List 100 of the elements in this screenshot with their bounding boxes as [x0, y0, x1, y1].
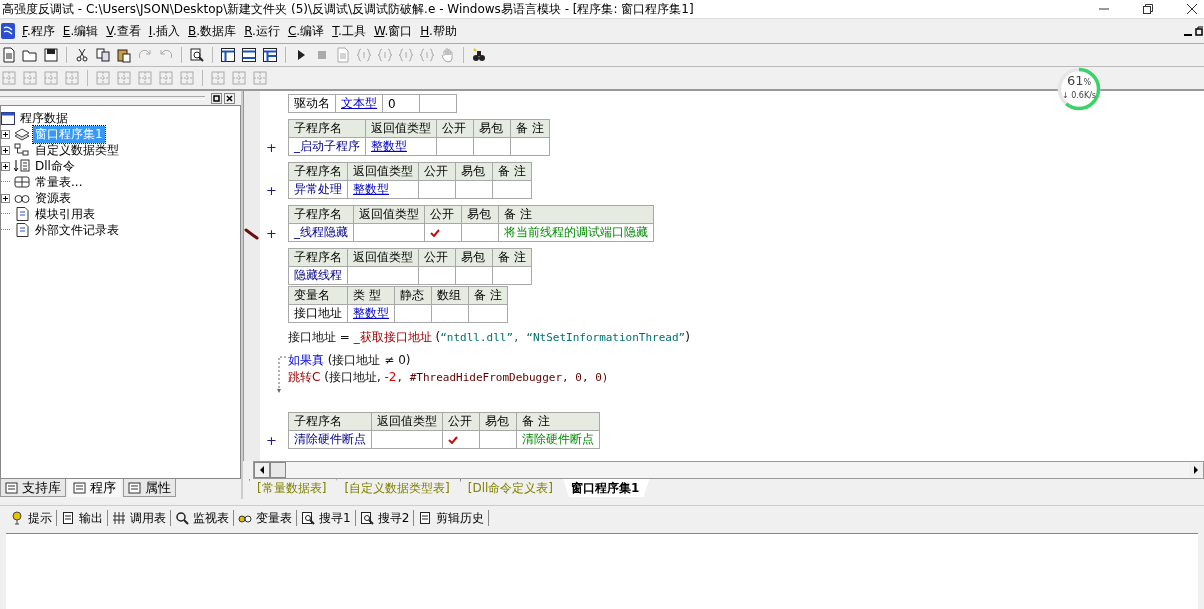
table-cell: 0: [388, 96, 396, 111]
editor-tab[interactable]: 窗口程序集1: [563, 479, 650, 497]
expand-toggle[interactable]: +: [266, 183, 277, 198]
menu-item[interactable]: I.插入: [145, 22, 184, 40]
table-cell: _启动子程序: [294, 139, 360, 153]
menu-item[interactable]: H.帮助: [417, 22, 460, 40]
menu-item[interactable]: W.窗口: [370, 22, 416, 40]
find-icon[interactable]: [189, 47, 205, 63]
scroll-right-icon[interactable]: [1189, 463, 1203, 477]
list-icon: [14, 159, 30, 173]
column-header: 备 注: [510, 119, 550, 138]
table-cell: 清除硬件断点: [522, 432, 594, 446]
tree-item[interactable]: 程序数据: [18, 109, 70, 127]
copy-icon[interactable]: [95, 47, 111, 63]
lightbulb-icon: [10, 511, 24, 525]
cabinet-icon: [14, 175, 30, 189]
table-cell: 清除硬件断点: [294, 432, 366, 446]
layout-icon[interactable]: [241, 47, 257, 63]
document-search-icon: [301, 511, 315, 525]
restore-icon[interactable]: [1195, 25, 1203, 37]
column-header: 公开: [424, 205, 462, 224]
output-tab[interactable]: 提示: [6, 509, 56, 527]
grid-icon: [112, 511, 126, 525]
column-header: 备 注: [516, 412, 600, 431]
tree-item[interactable]: 资源表: [33, 189, 73, 207]
column-header: 静态: [394, 286, 432, 305]
column-header: 易包: [455, 162, 493, 181]
tree-item[interactable]: 模块引用表: [33, 205, 97, 223]
close-icon[interactable]: [1186, 3, 1198, 15]
document-icon: [14, 223, 30, 237]
column-header: 子程序名: [288, 205, 354, 224]
percent-sign: %: [1083, 78, 1092, 87]
open-folder-icon[interactable]: [22, 47, 38, 63]
tree-item[interactable]: Dll命令: [33, 157, 77, 175]
document-icon: [73, 481, 87, 494]
column-header: 返回值类型: [371, 412, 443, 431]
tree-item[interactable]: 常量表...: [33, 173, 85, 191]
cut-icon[interactable]: [74, 47, 90, 63]
layout-icon[interactable]: [262, 47, 278, 63]
menu-item[interactable]: V.查看: [103, 22, 144, 40]
column-header: 返回值类型: [365, 119, 437, 138]
menu-item[interactable]: R.运行: [241, 22, 283, 40]
document-search-icon: [359, 511, 374, 525]
expand-toggle[interactable]: +: [266, 226, 277, 241]
document-icon: [14, 207, 30, 221]
document-icon: [128, 481, 142, 494]
column-header: 子程序名: [288, 119, 366, 138]
expand-icon[interactable]: [1, 193, 10, 203]
panel-tab[interactable]: 支持库: [0, 479, 66, 497]
binoculars-icon[interactable]: [471, 47, 487, 63]
app-icon[interactable]: [1, 23, 15, 39]
code-line: 接口地址 = _获取接口地址 (“ntdll.dll”, “NtSetInformationThread”): [288, 329, 690, 346]
table-cell: 整数型: [353, 306, 389, 320]
output-tab[interactable]: 剪辑历史: [414, 509, 489, 527]
expand-icon[interactable]: [1, 145, 10, 155]
tree-item[interactable]: 外部文件记录表: [33, 221, 121, 239]
column-header: 备 注: [492, 248, 532, 267]
column-header: 易包: [461, 205, 499, 224]
layout-icon[interactable]: [220, 47, 236, 63]
close-icon[interactable]: [224, 92, 235, 104]
menu-item[interactable]: F.程序: [19, 22, 58, 40]
expand-toggle[interactable]: +: [266, 140, 277, 155]
expand-icon[interactable]: [1, 161, 10, 171]
expand-icon[interactable]: [1, 129, 10, 139]
menu-item[interactable]: B.数据库: [185, 22, 240, 40]
horizontal-scrollbar[interactable]: [253, 461, 1204, 479]
document-icon: [61, 511, 75, 525]
restore-icon[interactable]: [211, 92, 222, 104]
output-tab[interactable]: 调用表: [108, 509, 170, 527]
table-cell: 整数型: [353, 182, 389, 196]
menu-item[interactable]: E.编辑: [59, 22, 102, 40]
panel-tab[interactable]: 程序: [68, 479, 121, 497]
column-header: 备 注: [468, 286, 508, 305]
column-header: 子程序名: [288, 412, 372, 431]
output-tab[interactable]: 输出: [57, 509, 107, 527]
output-tab[interactable]: 监视表: [171, 509, 233, 527]
window-title: 高强度反调试 - C:\Users\JSON\Desktop\新建文件夹 (5)\反调试\反调试防破解.e - Windows易语言模块 - [程序集: 窗口程序集1]: [2, 0, 695, 18]
tree-item[interactable]: 自定义数据类型: [33, 141, 121, 159]
document-icon: [5, 481, 19, 494]
panel-tab[interactable]: 属性: [123, 479, 176, 497]
column-header: 备 注: [492, 162, 532, 181]
column-header: 子程序名: [288, 248, 348, 267]
output-tab[interactable]: 搜寻2: [355, 509, 414, 527]
new-file-icon[interactable]: [1, 47, 17, 63]
expand-toggle[interactable]: +: [266, 433, 277, 448]
hierarchy-icon: [14, 143, 30, 157]
scroll-left-icon[interactable]: [254, 462, 270, 478]
restore-icon[interactable]: [1142, 3, 1154, 15]
output-tab[interactable]: 搜寻1: [297, 509, 355, 527]
menu-item[interactable]: T.工具: [329, 22, 369, 40]
output-tab[interactable]: 变量表: [234, 509, 296, 527]
save-icon[interactable]: [43, 47, 59, 63]
table-cell: 将当前线程的调试端口隐藏: [504, 225, 648, 239]
scroll-thumb[interactable]: [270, 462, 286, 478]
column-header: 返回值类型: [353, 205, 425, 224]
paste-icon[interactable]: [116, 47, 132, 63]
table-cell: _线程隐藏: [294, 225, 348, 239]
column-header: 公开: [436, 119, 474, 138]
menu-item[interactable]: C.编译: [284, 22, 328, 40]
column-header: 公开: [418, 248, 456, 267]
